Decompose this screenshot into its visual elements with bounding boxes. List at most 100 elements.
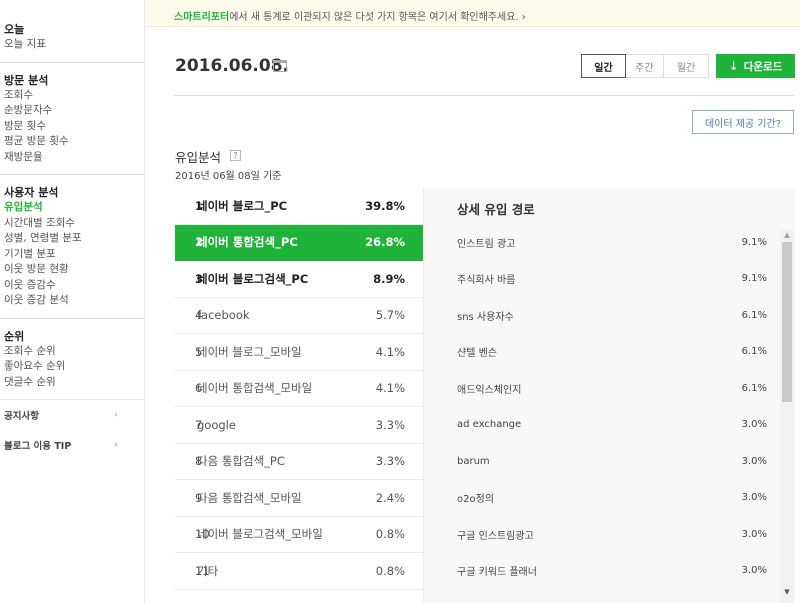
scroll-down-icon[interactable]: ▼: [780, 587, 794, 597]
sidebar-item-device[interactable]: 기기별 분포: [4, 247, 144, 263]
detail-row[interactable]: sns 사용자수 6.1%: [424, 297, 779, 334]
inflow-percent: 26.8%: [365, 235, 405, 250]
sidebar-item-today-metrics[interactable]: 오늘 지표: [4, 37, 144, 53]
notice-bar[interactable]: 스마트리포터에서 새 통계로 이관되지 않은 다섯 가지 항목은 여기서 확인해…: [146, 0, 800, 27]
inflow-row[interactable]: 9 다음 통합검색_모바일 2.4%: [175, 480, 423, 517]
sidebar-group-today: 오늘 오늘 지표: [0, 0, 144, 53]
inflow-percent: 3.3%: [375, 454, 405, 469]
sidebar-item-inflow[interactable]: 유입분석: [4, 200, 144, 216]
detail-row[interactable]: 샨텔 벤슨 6.1%: [424, 334, 779, 371]
sidebar-link-notice[interactable]: 공지사항 ›: [0, 400, 144, 430]
inflow-percent: 2.4%: [375, 490, 405, 505]
inflow-percent: 0.8%: [375, 563, 405, 578]
period-week-button[interactable]: 주간: [626, 54, 664, 78]
sidebar-item-neighbor-change[interactable]: 이웃 증감수: [4, 278, 144, 294]
inflow-name: google: [197, 417, 236, 432]
detail-percent: 3.0%: [741, 528, 767, 540]
sidebar-item-neighbor-visits[interactable]: 이웃 방문 현황: [4, 262, 144, 278]
detail-name: 샨텔 벤슨: [457, 348, 497, 360]
divider: [174, 95, 794, 96]
sidebar-item-hourly-views[interactable]: 시간대별 조회수: [4, 216, 144, 232]
help-icon[interactable]: ?: [230, 150, 241, 161]
download-label: 다운로드: [743, 60, 783, 73]
detail-scrollbar[interactable]: ▲ ▼: [780, 230, 794, 603]
detail-name: barum: [457, 455, 490, 467]
detail-row[interactable]: ad exchange 3.0%: [424, 407, 779, 444]
download-icon: ↓: [728, 59, 739, 73]
inflow-row[interactable]: 4 facebook 5.7%: [175, 298, 423, 334]
period-day-button[interactable]: 일간: [581, 54, 626, 78]
inflow-rank: 8: [195, 454, 203, 469]
sidebar: 오늘 오늘 지표 방문 분석 조회수 순방문자수 방문 횟수 평균 방문 횟수 …: [0, 0, 145, 603]
scroll-up-icon[interactable]: ▲: [780, 230, 794, 240]
inflow-row-selected[interactable]: 2 네이버 통합검색_PC 26.8%: [175, 224, 430, 261]
detail-percent: 3.0%: [741, 565, 767, 577]
inflow-row[interactable]: 8 다음 통합검색_PC 3.3%: [175, 444, 423, 480]
inflow-name: 네이버 통합검색_PC: [197, 235, 298, 250]
detail-percent: 6.1%: [741, 309, 767, 321]
detail-name: 애드익스체인지: [457, 384, 522, 396]
detail-name: 구글 키워드 플래너: [457, 567, 537, 579]
inflow-row[interactable]: 11 기타 0.8%: [175, 553, 423, 590]
detail-row[interactable]: 주식회사 바름 9.1%: [424, 261, 779, 298]
inflow-rank: 5: [195, 344, 203, 359]
inflow-row[interactable]: 6 네이버 통합검색_모바일 4.1%: [175, 371, 423, 407]
divider: [0, 317, 144, 319]
sidebar-item-views-rank[interactable]: 조회수 순위: [4, 344, 144, 360]
page-date: 2016.06.08.: [175, 56, 290, 76]
sidebar-group-visit: 방문 분석 조회수 순방문자수 방문 횟수 평균 방문 횟수 재방문율: [0, 73, 144, 166]
sidebar-group-rank: 순위 조회수 순위 좋아요수 순위 댓글수 순위: [0, 329, 144, 391]
detail-percent: 3.0%: [741, 419, 767, 431]
inflow-name: 네이버 통합검색_모바일: [197, 381, 313, 396]
detail-panel: 상세 유입 경로 인스트림 광고 9.1% 주식회사 바름 9.1% sns 사용자…: [423, 188, 795, 603]
detail-row[interactable]: 구글 인스트림광고 3.0%: [424, 516, 779, 553]
detail-row[interactable]: 애드익스체인지 6.1%: [424, 370, 779, 407]
sidebar-group-title: 순위: [4, 329, 25, 343]
sidebar-item-views[interactable]: 조회수: [4, 88, 144, 104]
detail-percent: 6.1%: [741, 346, 767, 358]
detail-percent: 3.0%: [741, 455, 767, 467]
detail-row[interactable]: o2o정의 3.0%: [424, 480, 779, 517]
inflow-row[interactable]: 10 네이버 블로그검색_모바일 0.8%: [175, 517, 423, 553]
inflow-name: facebook: [197, 308, 250, 323]
detail-title: 상세 유입 경로: [457, 202, 535, 217]
detail-percent: 9.1%: [741, 236, 767, 248]
sidebar-item-visit-count[interactable]: 방문 횟수: [4, 119, 144, 135]
detail-row[interactable]: 인스트림 광고 9.1%: [424, 224, 779, 261]
inflow-percent: 3.3%: [375, 417, 405, 432]
sidebar-item-avg-visits[interactable]: 평균 방문 횟수: [4, 134, 144, 150]
detail-row[interactable]: barum 3.0%: [424, 443, 779, 480]
calendar-icon[interactable]: [273, 60, 287, 72]
detail-name: 구글 인스트림광고: [457, 530, 534, 542]
inflow-rank: 9: [195, 490, 203, 505]
period-month-button[interactable]: 월간: [664, 54, 709, 78]
inflow-rank: 1: [195, 198, 204, 213]
inflow-percent: 8.9%: [373, 271, 405, 286]
sidebar-group-title: 오늘: [4, 23, 25, 36]
inflow-row[interactable]: 3 네이버 블로그검색_PC 8.9%: [175, 261, 423, 298]
sidebar-group-title: 방문 분석: [4, 73, 49, 87]
scroll-thumb[interactable]: [782, 242, 792, 402]
data-period-button[interactable]: 데이터 제공 기간?: [692, 110, 794, 134]
inflow-row[interactable]: 5 네이버 블로그_모바일 4.1%: [175, 334, 423, 371]
detail-row[interactable]: 구글 키워드 플래너 3.0%: [424, 553, 779, 590]
sidebar-link-label: 공지사항: [4, 411, 39, 422]
sidebar-item-neighbor-change-analysis[interactable]: 이웃 증감 분석: [4, 293, 144, 309]
download-button[interactable]: ↓ 다운로드: [716, 54, 795, 78]
inflow-rank: 7: [195, 417, 203, 432]
inflow-rank: 11: [195, 563, 210, 578]
sidebar-item-likes-rank[interactable]: 좋아요수 순위: [4, 359, 144, 375]
section-title: 유입분석: [175, 150, 222, 165]
divider: [0, 174, 144, 175]
sidebar-link-label: 블로그 이용 TIP: [4, 441, 72, 452]
inflow-rank: 6: [195, 381, 203, 396]
sidebar-item-comments-rank[interactable]: 댓글수 순위: [4, 375, 144, 391]
sidebar-item-gender-age[interactable]: 성별, 연령별 분포: [4, 231, 144, 247]
inflow-row[interactable]: 1 네이버 블로그_PC 39.8%: [175, 188, 423, 225]
sidebar-link-tips[interactable]: 블로그 이용 TIP ›: [0, 430, 144, 460]
notice-text: 에서 새 통계로 이관되지 않은 다섯 가지 항목은 여기서 확인해주세요. ›: [229, 12, 526, 23]
sidebar-item-revisit-rate[interactable]: 재방문율: [4, 150, 144, 166]
sidebar-item-unique-visitors[interactable]: 순방문자수: [4, 103, 144, 119]
inflow-row[interactable]: 7 google 3.3%: [175, 407, 423, 444]
inflow-name: 네이버 블로그_모바일: [197, 344, 302, 359]
